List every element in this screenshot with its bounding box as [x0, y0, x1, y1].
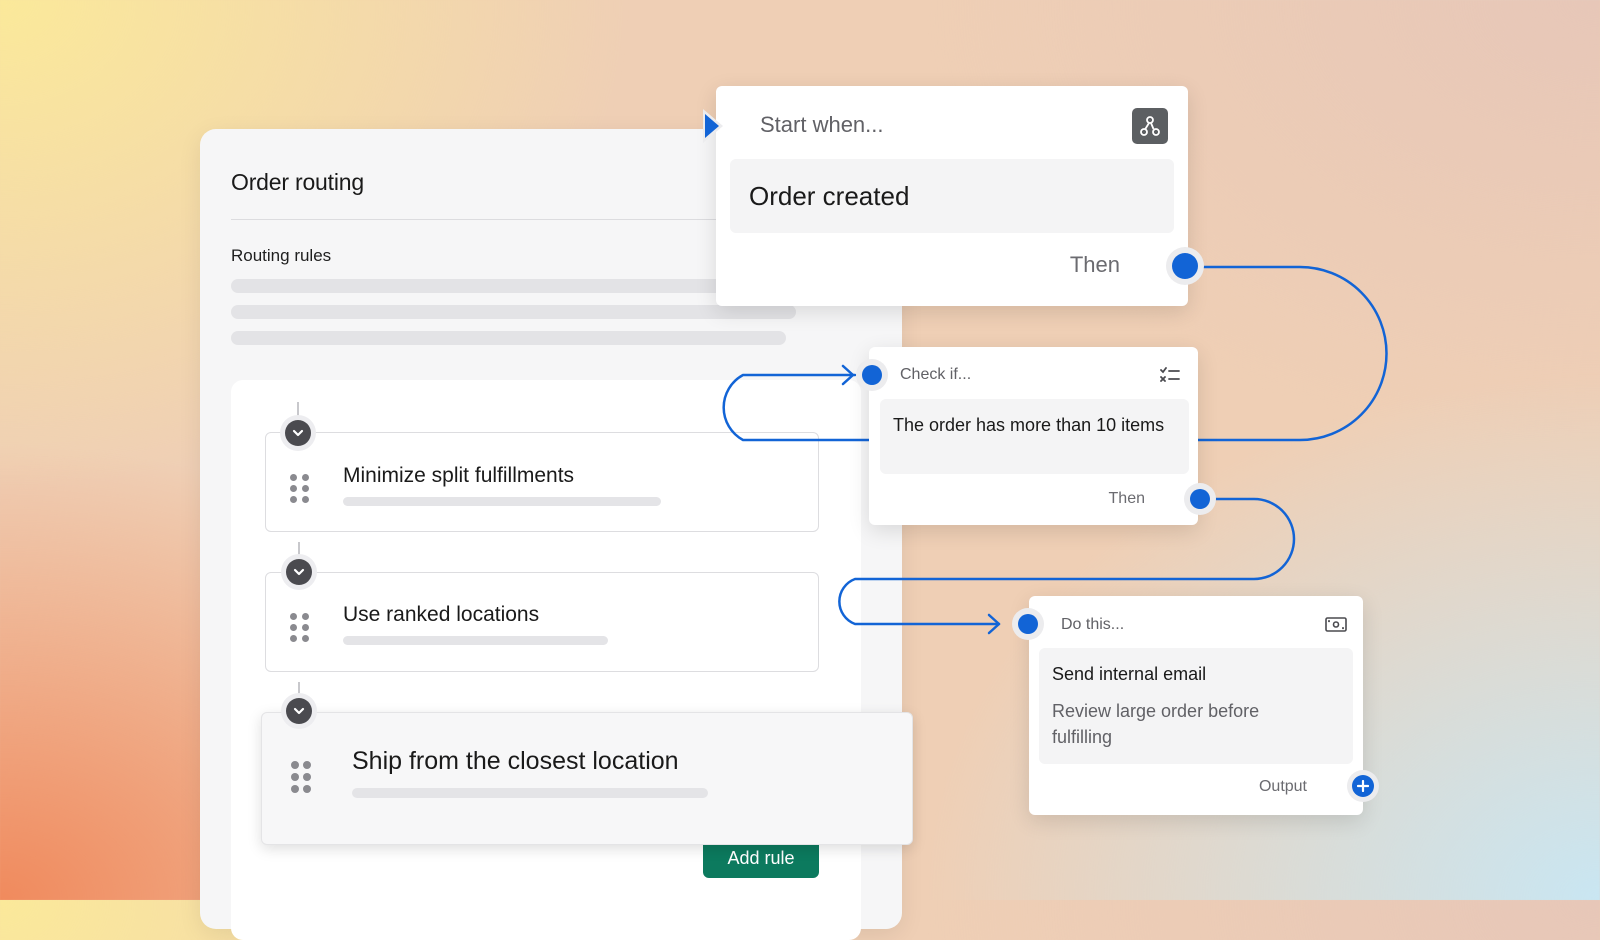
then-label: Then — [1108, 490, 1145, 507]
collapse-chevron-icon[interactable] — [285, 420, 311, 446]
action-detail: Review large order before fulfilling — [1052, 701, 1260, 747]
card-header: Check if... — [900, 366, 972, 383]
start-entry-icon — [705, 114, 719, 138]
placeholder-line — [231, 305, 796, 319]
action-box[interactable]: Send internal email Review large order b… — [1039, 648, 1353, 764]
rule-label: Use ranked locations — [343, 603, 540, 626]
start-trigger-card[interactable]: Start when... Order created Then — [716, 86, 1188, 306]
placeholder-line — [231, 331, 786, 345]
trigger-label: Order created — [749, 181, 910, 211]
add-output-icon[interactable] — [1352, 775, 1374, 797]
drag-handle-icon[interactable] — [290, 613, 310, 642]
panel-title: Order routing — [231, 169, 364, 195]
rule-card[interactable]: Minimize split fulfillments — [265, 432, 819, 532]
condition-box[interactable]: The order has more than 10 items — [880, 399, 1189, 474]
connector-stem — [297, 402, 299, 422]
input-port[interactable] — [1018, 614, 1038, 634]
placeholder-bar — [343, 497, 661, 506]
routing-rules-label: Routing rules — [231, 246, 332, 265]
card-header: Do this... — [1061, 616, 1125, 633]
output-port[interactable] — [1172, 253, 1198, 279]
output-port[interactable] — [1190, 489, 1210, 509]
placeholder-line — [231, 279, 786, 293]
collapse-chevron-icon[interactable] — [286, 559, 312, 585]
action-title: Send internal email — [1052, 664, 1207, 684]
action-card[interactable]: Do this... Send internal email Review la… — [1029, 596, 1363, 815]
rule-card[interactable]: Ship from the closest location — [261, 712, 913, 845]
drag-handle-icon[interactable] — [290, 474, 310, 503]
then-label: Then — [1069, 252, 1120, 277]
output-label: Output — [1258, 778, 1307, 795]
rule-card[interactable]: Use ranked locations — [265, 572, 819, 672]
money-icon — [1325, 617, 1347, 637]
drag-handle-icon[interactable] — [291, 761, 311, 793]
workflow-icon — [1132, 108, 1168, 144]
rule-label: Minimize split fulfillments — [343, 464, 575, 487]
placeholder-bar — [343, 636, 608, 645]
collapse-chevron-icon[interactable] — [286, 698, 312, 724]
placeholder-bar — [352, 788, 708, 798]
condition-label: The order has more than 10 items — [893, 415, 1165, 435]
trigger-box[interactable]: Order created — [730, 159, 1174, 233]
rule-label: Ship from the closest location — [352, 747, 679, 775]
condition-card[interactable]: Check if... The order has more than 10 i… — [869, 347, 1198, 525]
input-port[interactable] — [862, 365, 882, 385]
checklist-icon — [1160, 367, 1180, 388]
card-header: Start when... — [760, 112, 884, 137]
